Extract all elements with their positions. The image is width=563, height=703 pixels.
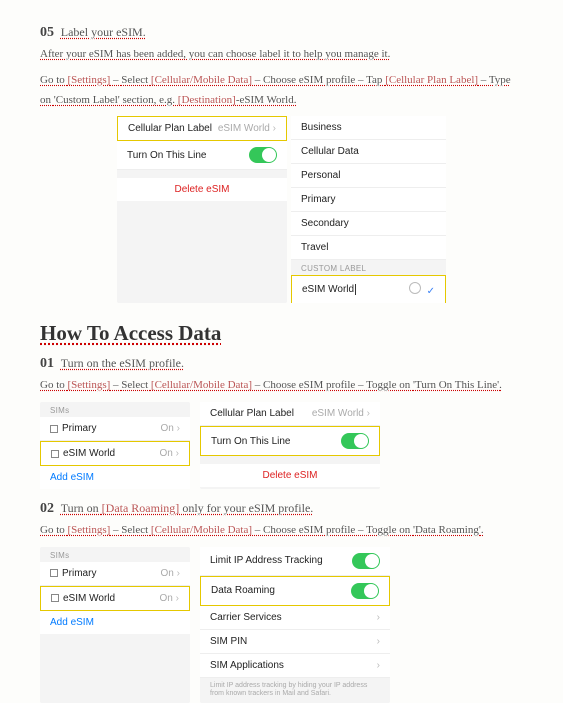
sim-esim-world-row-2[interactable]: eSIM World On › <box>40 586 190 611</box>
cellular-plan-label-text-2: Cellular Plan Label <box>210 408 294 419</box>
chevron-right-icon: › <box>377 636 380 647</box>
custom-label-input: eSIM World <box>302 284 356 295</box>
step-01-instr: Go to [Settings] – Select [Cellular/Mobi… <box>40 376 523 396</box>
step-05-instr-1: After your eSIM has been added, you can … <box>40 45 523 65</box>
checkbox-icon <box>50 569 58 577</box>
add-esim-button[interactable]: Add eSIM <box>40 466 190 489</box>
delete-esim-button-2[interactable]: Delete eSIM <box>200 464 380 487</box>
label-option-cellular-data[interactable]: Cellular Data <box>291 140 446 164</box>
chevron-right-icon: › <box>177 423 180 434</box>
label-option-primary[interactable]: Primary <box>291 188 446 212</box>
cellular-plan-label-value: eSIM World › <box>218 123 276 134</box>
step-05-instr-2: Go to [Settings] – Select [Cellular/Mobi… <box>40 71 523 111</box>
sim-primary-status: On › <box>161 423 180 434</box>
step-02-title: Turn on [Data Roaming] only for your eSI… <box>61 501 314 515</box>
chevron-right-icon: › <box>377 660 380 671</box>
chevron-right-icon: › <box>273 123 276 134</box>
turn-on-line-row-2: Turn On This Line <box>200 426 380 456</box>
cellular-plan-label-text: Cellular Plan Label <box>128 123 212 134</box>
cellular-plan-label-value-2: eSIM World › <box>312 408 370 419</box>
custom-label-input-row[interactable]: eSIM World ✓ <box>291 275 446 303</box>
section-title: How To Access Data <box>40 321 523 346</box>
mock-02-left: SIMs Primary On › eSIM World On › Add eS… <box>40 547 190 703</box>
sim-primary-row[interactable]: Primary On › <box>40 417 190 441</box>
limit-ip-footer: Limit IP address tracking by hiding your… <box>200 678 390 703</box>
cellular-plan-label-row-2[interactable]: Cellular Plan Label eSIM World › <box>200 402 380 426</box>
step-02-instr: Go to [Settings] – Select [Cellular/Mobi… <box>40 521 523 541</box>
sim-pin-label: SIM PIN <box>210 636 247 647</box>
carrier-services-row[interactable]: Carrier Services › <box>200 606 390 630</box>
add-esim-button-2[interactable]: Add eSIM <box>40 611 190 634</box>
limit-ip-row: Limit IP Address Tracking <box>200 547 390 576</box>
limit-ip-toggle[interactable] <box>352 553 380 569</box>
sim-apps-label: SIM Applications <box>210 660 284 671</box>
mock-02: SIMs Primary On › eSIM World On › Add eS… <box>40 547 523 703</box>
step-02-num: 02 <box>40 501 54 516</box>
chevron-right-icon: › <box>176 448 179 459</box>
turn-on-line-label-2: Turn On This Line <box>211 436 290 447</box>
sim-primary-row-2[interactable]: Primary On › <box>40 562 190 586</box>
sims-header: SIMs <box>40 402 190 417</box>
data-roaming-toggle[interactable] <box>351 583 379 599</box>
turn-on-line-label: Turn On This Line <box>127 150 206 161</box>
label-option-travel[interactable]: Travel <box>291 236 446 260</box>
sim-pin-row[interactable]: SIM PIN › <box>200 630 390 654</box>
sim-esim-world-status-2: On › <box>160 593 179 604</box>
mock-01: SIMs Primary On › eSIM World On › Add eS… <box>40 402 523 489</box>
label-option-business[interactable]: Business <box>291 116 446 140</box>
checkbox-icon <box>51 450 59 458</box>
data-roaming-row: Data Roaming <box>200 576 390 606</box>
chevron-right-icon: › <box>367 408 370 419</box>
turn-on-line-row: Turn On This Line <box>117 141 287 170</box>
sim-apps-row[interactable]: SIM Applications › <box>200 654 390 678</box>
mock-01-right: Cellular Plan Label eSIM World › Turn On… <box>200 402 380 489</box>
sim-esim-world-label: eSIM World <box>51 448 115 459</box>
mock-05: Cellular Plan Label eSIM World › Turn On… <box>40 116 523 303</box>
mock-05-right: Business Cellular Data Personal Primary … <box>291 116 446 303</box>
limit-ip-label: Limit IP Address Tracking <box>210 555 323 566</box>
data-roaming-label: Data Roaming <box>211 585 275 596</box>
label-option-secondary[interactable]: Secondary <box>291 212 446 236</box>
chevron-right-icon: › <box>176 593 179 604</box>
step-05-header: 05 Label your eSIM. <box>40 25 523 41</box>
delete-esim-button[interactable]: Delete eSIM <box>117 178 287 201</box>
step-05-num: 05 <box>40 25 54 40</box>
clear-icon[interactable] <box>409 282 421 294</box>
step-01-header: 01 Turn on the eSIM profile. <box>40 356 523 372</box>
mock-02-right: Limit IP Address Tracking Data Roaming C… <box>200 547 390 703</box>
cellular-plan-label-row[interactable]: Cellular Plan Label eSIM World › <box>117 116 287 141</box>
carrier-services-label: Carrier Services <box>210 612 282 623</box>
turn-on-toggle[interactable] <box>249 147 277 163</box>
sim-primary-status-2: On › <box>161 568 180 579</box>
sim-esim-world-label-2: eSIM World <box>51 593 115 604</box>
mock-01-left: SIMs Primary On › eSIM World On › Add eS… <box>40 402 190 489</box>
chevron-right-icon: › <box>177 568 180 579</box>
confirm-controls: ✓ <box>409 282 435 297</box>
sim-primary-label-2: Primary <box>50 568 96 579</box>
chevron-right-icon: › <box>377 612 380 623</box>
label-option-personal[interactable]: Personal <box>291 164 446 188</box>
check-icon[interactable]: ✓ <box>427 286 435 297</box>
sims-header-2: SIMs <box>40 547 190 562</box>
step-01-title: Turn on the eSIM profile. <box>61 356 184 370</box>
sim-esim-world-status: On › <box>160 448 179 459</box>
step-05-title: Label your eSIM. <box>61 25 146 39</box>
custom-label-header: CUSTOM LABEL <box>291 260 446 275</box>
checkbox-icon <box>50 425 58 433</box>
sim-primary-label: Primary <box>50 423 96 434</box>
step-01-num: 01 <box>40 356 54 371</box>
step-02-header: 02 Turn on [Data Roaming] only for your … <box>40 501 523 517</box>
checkbox-icon <box>51 594 59 602</box>
turn-on-toggle-2[interactable] <box>341 433 369 449</box>
sim-esim-world-row[interactable]: eSIM World On › <box>40 441 190 466</box>
mock-05-left: Cellular Plan Label eSIM World › Turn On… <box>117 116 287 303</box>
